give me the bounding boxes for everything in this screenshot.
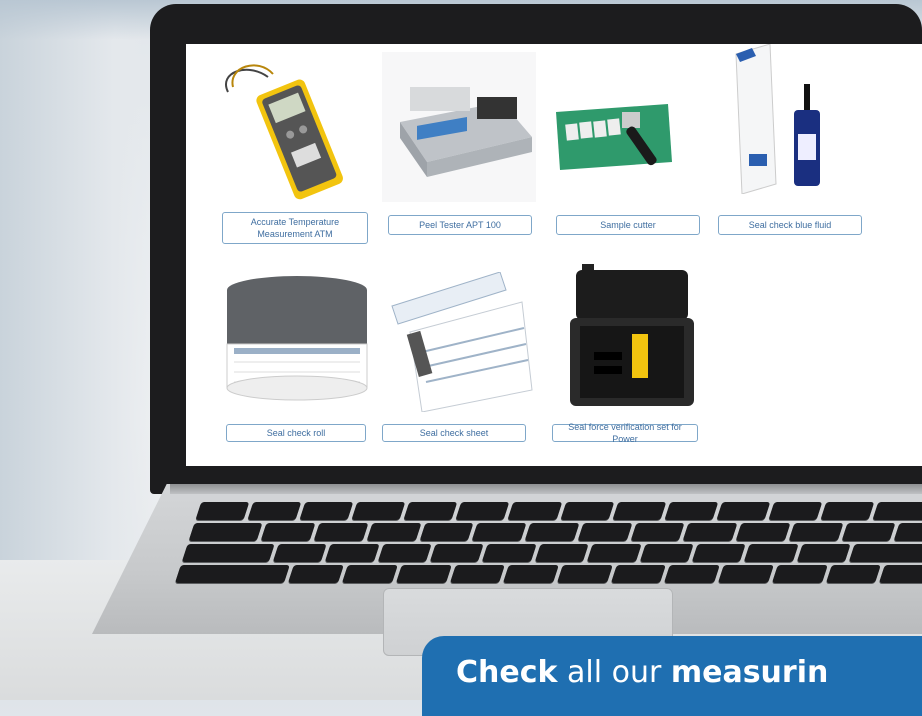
peel-tester-image bbox=[382, 52, 536, 202]
blue-fluid-bottle-image bbox=[735, 44, 820, 194]
product-label[interactable]: Accurate Temperature Measurement ATM bbox=[222, 212, 368, 244]
product-label[interactable]: Peel Tester APT 100 bbox=[388, 215, 532, 235]
seal-sheets-image bbox=[391, 272, 533, 412]
product-label[interactable]: Seal check sheet bbox=[382, 424, 526, 442]
product-tile-sheet[interactable]: Seal check sheet bbox=[382, 272, 542, 442]
sample-cutter-image bbox=[556, 104, 672, 170]
keyboard-row bbox=[195, 502, 922, 520]
product-tile-verification-set[interactable]: Seal force verification set for Power bbox=[552, 262, 702, 444]
product-tile-peel-tester[interactable]: Peel Tester APT 100 bbox=[382, 52, 536, 242]
product-tile-sample-cutter[interactable]: Sample cutter bbox=[550, 52, 708, 242]
tape-roll-image bbox=[226, 276, 368, 401]
product-label[interactable]: Sample cutter bbox=[556, 215, 700, 235]
keyboard-row bbox=[174, 565, 922, 583]
laptop-hinge bbox=[170, 484, 922, 494]
product-label[interactable]: Seal force verification set for Power bbox=[552, 422, 698, 444]
product-tile-roll[interactable]: Seal check roll bbox=[226, 272, 368, 442]
keyboard-row bbox=[188, 523, 922, 541]
laptop-screen: Accurate Temperature Measurement ATM Pee… bbox=[186, 44, 922, 466]
product-tile-atm[interactable]: Accurate Temperature Measurement ATM bbox=[208, 52, 368, 244]
keyboard bbox=[168, 502, 922, 586]
keyboard-row bbox=[181, 544, 922, 562]
product-label[interactable]: Seal check blue fluid bbox=[718, 215, 862, 235]
cta-text[interactable]: Check all our measurin bbox=[456, 655, 828, 690]
product-tile-blue-fluid[interactable]: Seal check blue fluid bbox=[714, 44, 864, 242]
carry-case-image bbox=[570, 264, 694, 406]
product-label[interactable]: Seal check roll bbox=[226, 424, 366, 442]
thermometer-device-image bbox=[225, 64, 343, 200]
